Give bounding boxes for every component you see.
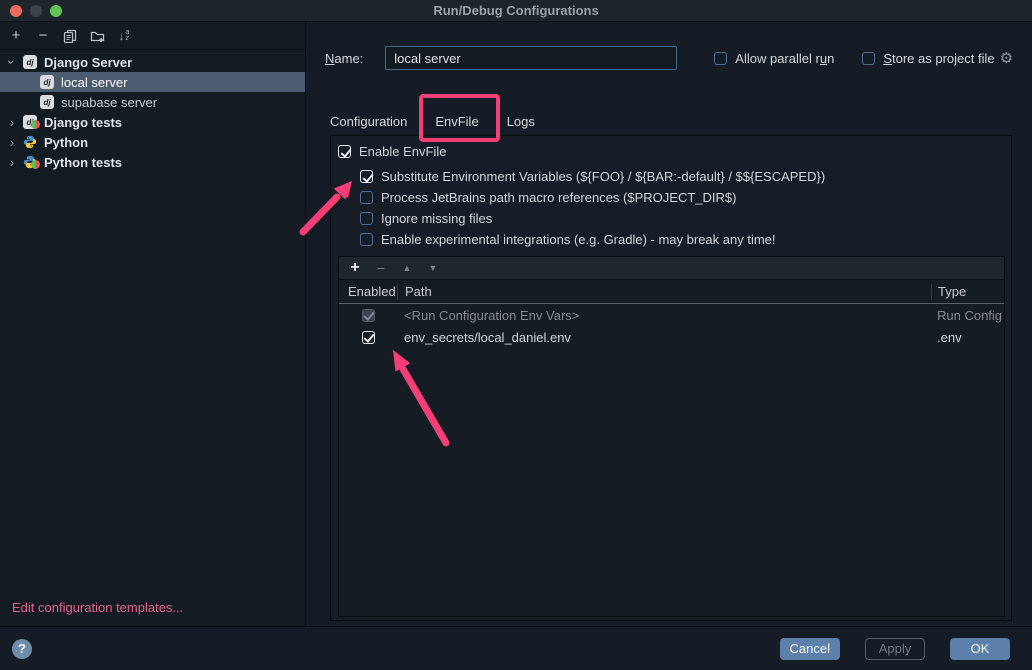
- tree-item-django-server[interactable]: › dj Django Server: [0, 52, 305, 72]
- envfile-tab-panel: Enable EnvFile Substitute Environment Va…: [330, 135, 1012, 621]
- checkbox-box[interactable]: [360, 170, 373, 183]
- checkbox-label: Allow parallel run: [735, 51, 834, 66]
- window-title: Run/Debug Configurations: [0, 3, 1032, 18]
- remove-env-file-icon[interactable]: −: [374, 260, 388, 276]
- checkbox-box[interactable]: [338, 145, 351, 158]
- titlebar: Run/Debug Configurations: [0, 0, 1032, 22]
- substitute-env-vars-checkbox[interactable]: Substitute Environment Variables (${FOO}…: [360, 166, 1011, 187]
- row-enabled-checkbox: [362, 309, 375, 322]
- tree-item-label: Django Server: [44, 55, 132, 70]
- new-folder-icon[interactable]: [89, 28, 105, 44]
- row-path: env_secrets/local_daniel.env: [397, 330, 931, 345]
- tree-item-label: Python: [44, 135, 88, 150]
- table-header: Enabled Path Type: [339, 280, 1004, 304]
- row-path: <Run Configuration Env Vars>: [397, 308, 931, 323]
- tab-envfile[interactable]: EnvFile: [421, 106, 492, 136]
- remove-configuration-icon[interactable]: −: [35, 28, 51, 44]
- chevron-right-icon[interactable]: ›: [5, 115, 19, 129]
- tab-bar: Configuration EnvFile Logs: [316, 106, 549, 136]
- store-as-project-file-checkbox[interactable]: Store as project file: [862, 51, 994, 66]
- tree-item-supabase-server[interactable]: dj supabase server: [0, 92, 305, 112]
- checkbox-box[interactable]: [714, 52, 727, 65]
- tree-item-local-server[interactable]: dj local server: [0, 72, 305, 92]
- django-icon: dj: [40, 95, 54, 109]
- experimental-integrations-checkbox[interactable]: Enable experimental integrations (e.g. G…: [360, 229, 1011, 250]
- python-icon: [23, 135, 37, 149]
- table-row[interactable]: <Run Configuration Env Vars> Run Config: [339, 304, 1004, 326]
- gear-icon[interactable]: ⚙: [1000, 49, 1013, 67]
- checkbox-label: Ignore missing files: [381, 211, 492, 226]
- column-header-path[interactable]: Path: [397, 284, 931, 300]
- configurations-sidebar: + − ↓ az › dj Django Server dj loca: [0, 22, 306, 626]
- checkbox-label: Enable EnvFile: [359, 144, 446, 159]
- column-header-enabled[interactable]: Enabled: [339, 284, 397, 299]
- checkbox-label: Substitute Environment Variables (${FOO}…: [381, 169, 825, 184]
- tree-item-label: Django tests: [44, 115, 122, 130]
- run-debug-configurations-dialog: Run/Debug Configurations + − ↓ az › dj D…: [0, 0, 1032, 670]
- move-down-icon[interactable]: ▼: [426, 263, 440, 273]
- tree-item-label: local server: [61, 75, 127, 90]
- tab-logs[interactable]: Logs: [493, 106, 549, 136]
- django-icon: dj: [40, 75, 54, 89]
- checkbox-box[interactable]: [360, 233, 373, 246]
- cancel-button[interactable]: Cancel: [780, 638, 840, 660]
- add-configuration-icon[interactable]: +: [8, 28, 24, 44]
- name-label: Name:: [325, 51, 363, 66]
- process-path-macro-checkbox[interactable]: Process JetBrains path macro references …: [360, 187, 1011, 208]
- chevron-right-icon[interactable]: ›: [5, 135, 19, 149]
- tab-configuration[interactable]: Configuration: [316, 106, 421, 136]
- dialog-footer: ? Cancel Apply OK: [0, 626, 1032, 670]
- chevron-down-icon[interactable]: ›: [5, 55, 19, 69]
- checkbox-box[interactable]: [360, 212, 373, 225]
- tree-item-label: supabase server: [61, 95, 157, 110]
- django-icon: dj: [23, 55, 37, 69]
- sidebar-toolbar: + − ↓ az: [0, 22, 305, 50]
- test-results-icon: [31, 157, 40, 172]
- checkbox-label: Enable experimental integrations (e.g. G…: [381, 232, 776, 247]
- table-toolbar: + − ▲ ▼: [339, 257, 1004, 280]
- tree-item-django-tests[interactable]: › dj Django tests: [0, 112, 305, 132]
- column-header-type[interactable]: Type: [931, 284, 1004, 300]
- row-enabled-checkbox[interactable]: [362, 331, 375, 344]
- checkbox-label: Process JetBrains path macro references …: [381, 190, 736, 205]
- django-tests-icon: dj: [23, 115, 37, 129]
- tree-item-python-tests[interactable]: › Python tests: [0, 152, 305, 172]
- add-env-file-icon[interactable]: +: [348, 259, 362, 277]
- allow-parallel-run-checkbox[interactable]: Allow parallel run: [714, 51, 834, 66]
- checkbox-label: Store as project file: [883, 51, 994, 66]
- edit-configuration-templates-link[interactable]: Edit configuration templates...: [12, 600, 183, 615]
- name-row: Name: Allow parallel run Store as projec…: [325, 46, 1018, 70]
- ignore-missing-files-checkbox[interactable]: Ignore missing files: [360, 208, 1011, 229]
- table-row[interactable]: env_secrets/local_daniel.env .env: [339, 326, 1004, 348]
- checkbox-box[interactable]: [360, 191, 373, 204]
- name-input[interactable]: [385, 46, 677, 70]
- help-icon[interactable]: ?: [12, 639, 32, 659]
- configurations-tree: › dj Django Server dj local server dj su…: [0, 50, 305, 172]
- configuration-detail-panel: Name: Allow parallel run Store as projec…: [306, 22, 1032, 626]
- python-tests-icon: [23, 155, 37, 169]
- tree-item-label: Python tests: [44, 155, 122, 170]
- row-type: Run Config: [931, 308, 1004, 323]
- env-files-table: + − ▲ ▼ Enabled Path Type <Run Configura…: [338, 256, 1005, 617]
- copy-configuration-icon[interactable]: [62, 28, 78, 44]
- sort-configurations-icon[interactable]: ↓ az: [116, 28, 132, 44]
- enable-envfile-checkbox[interactable]: Enable EnvFile: [338, 141, 1011, 162]
- test-results-icon: [31, 117, 40, 132]
- move-up-icon[interactable]: ▲: [400, 263, 414, 273]
- apply-button[interactable]: Apply: [865, 638, 925, 660]
- chevron-right-icon[interactable]: ›: [5, 155, 19, 169]
- row-type: .env: [931, 330, 1004, 345]
- ok-button[interactable]: OK: [950, 638, 1010, 660]
- checkbox-box[interactable]: [862, 52, 875, 65]
- tree-item-python[interactable]: › Python: [0, 132, 305, 152]
